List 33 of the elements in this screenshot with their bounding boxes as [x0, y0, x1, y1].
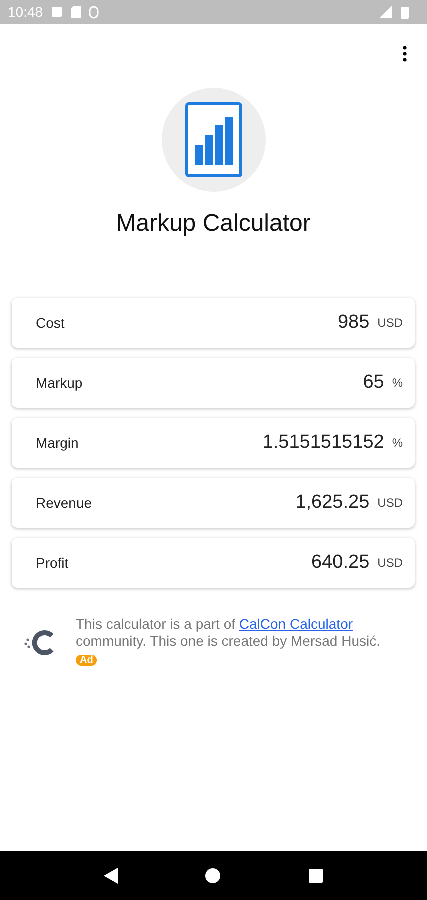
field-label: Revenue	[36, 495, 94, 511]
field-unit: %	[392, 376, 403, 390]
field-label: Cost	[36, 315, 66, 331]
input-field[interactable]: Markup 65 %	[12, 358, 415, 408]
field-label: Markup	[36, 375, 84, 391]
field-unit: %	[392, 436, 403, 450]
signal-icon	[380, 6, 393, 18]
ad-badge: Ad	[76, 655, 98, 666]
status-time: 10:48	[8, 4, 44, 20]
recents-icon[interactable]	[309, 868, 324, 882]
back-icon[interactable]	[104, 868, 118, 884]
calcon-link[interactable]: CalCon Calculator	[239, 616, 354, 632]
input-field[interactable]: Profit 640.25 USD	[12, 538, 415, 588]
field-unit: USD	[378, 556, 403, 570]
field-unit: USD	[378, 316, 403, 330]
app-title: Markup Calculator	[116, 210, 311, 238]
notification-icon	[51, 6, 64, 18]
field-unit: USD	[378, 496, 403, 510]
input-field[interactable]: Revenue 1,625.25 USD	[12, 478, 415, 528]
calcon-logo-icon	[24, 630, 56, 656]
footer-text: This calculator is a part of CalCon Calculator community. This one is created by Mersad Husić. Ad	[76, 616, 382, 668]
input-field[interactable]: Margin 1.5151515152 %	[12, 418, 415, 468]
input-field[interactable]: Cost 985 USD	[12, 298, 415, 348]
battery-icon	[401, 6, 409, 18]
field-value: 640.25	[312, 552, 370, 574]
sd-card-icon	[71, 6, 82, 18]
home-icon[interactable]	[205, 868, 222, 884]
field-label: Margin	[36, 435, 80, 451]
field-label: Profit	[36, 555, 70, 571]
field-value: 1.5151515152	[262, 432, 384, 454]
field-value: 1,625.25	[296, 492, 370, 514]
field-value: 985	[338, 312, 370, 334]
field-value: 65	[363, 372, 384, 394]
